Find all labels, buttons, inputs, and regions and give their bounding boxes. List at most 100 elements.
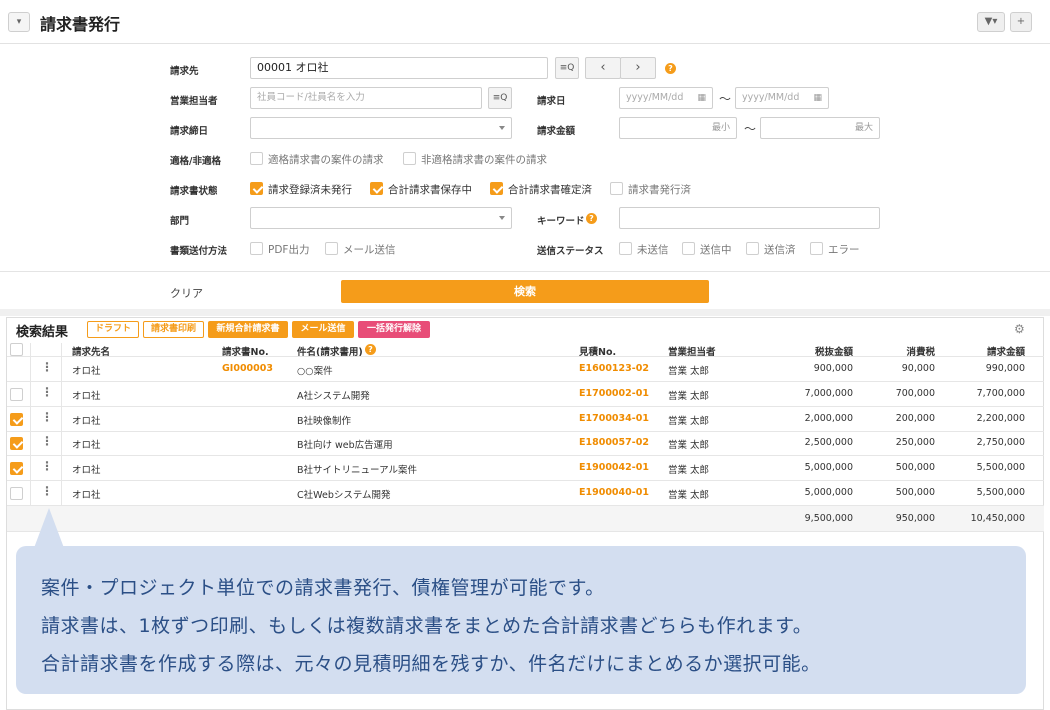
eligible-checkbox[interactable] xyxy=(250,152,263,165)
sales-rep-input[interactable]: 社員コード/社員名を入力 xyxy=(250,87,482,109)
cell-quote-no[interactable]: E1600123-02 xyxy=(579,363,649,374)
cell-sales-rep: 営業 太郎 xyxy=(668,416,710,427)
print-invoice-button[interactable]: 請求書印刷 xyxy=(143,321,204,338)
gear-icon[interactable]: ⚙ xyxy=(1014,322,1025,336)
row-divider xyxy=(7,406,1044,407)
calendar-icon[interactable]: ▦ xyxy=(697,88,706,108)
amount-max-placeholder: 最大 xyxy=(854,123,873,133)
row-menu-icon[interactable]: ⋮ xyxy=(41,484,53,498)
new-summary-invoice-button[interactable]: 新規合計請求書 xyxy=(208,321,288,338)
cell-quote-no[interactable]: E1800057-02 xyxy=(579,437,649,448)
cell-net-amount: 2,500,000 xyxy=(804,437,853,448)
row-divider xyxy=(7,431,1044,432)
draft-button[interactable]: ドラフト xyxy=(87,321,139,338)
invoice-to-search-icon[interactable]: ≡Q xyxy=(555,57,579,79)
menu-toggle-icon[interactable]: ▾ xyxy=(8,12,30,32)
divider xyxy=(0,309,1050,316)
send-status-checkbox[interactable] xyxy=(619,242,632,255)
row-divider xyxy=(7,531,1044,532)
non-eligible-checkbox[interactable] xyxy=(403,152,416,165)
mail-checkbox[interactable] xyxy=(325,242,338,255)
cell-invoice-amount: 2,750,000 xyxy=(976,437,1025,448)
amount-label: 請求金額 xyxy=(537,126,576,137)
cell-client: オロ社 xyxy=(72,440,101,451)
prev-icon[interactable]: ‹ xyxy=(585,57,621,79)
cell-client: オロ社 xyxy=(72,416,101,427)
closing-date-select[interactable] xyxy=(250,117,512,139)
status-checkbox[interactable] xyxy=(370,182,383,195)
cell-quote-no[interactable]: E1700002-01 xyxy=(579,388,649,399)
range-tilde: 〜 xyxy=(744,122,757,136)
calendar-icon[interactable]: ▦ xyxy=(813,88,822,108)
row-checkbox[interactable] xyxy=(10,487,23,500)
send-status-checkbox[interactable] xyxy=(746,242,759,255)
cell-subject: C社Webシステム開発 xyxy=(297,490,391,501)
row-checkbox[interactable] xyxy=(10,437,23,450)
keyword-label: キーワード xyxy=(537,216,585,227)
cell-sales-rep: 営業 太郎 xyxy=(668,366,710,377)
divider xyxy=(0,271,1050,272)
cell-subject: B社向け web広告運用 xyxy=(297,440,393,451)
page-title: 請求書発行 xyxy=(40,15,121,34)
next-icon[interactable]: › xyxy=(620,57,656,79)
keyword-input[interactable] xyxy=(619,207,880,229)
cell-client: オロ社 xyxy=(72,391,101,402)
row-checkbox[interactable] xyxy=(10,413,23,426)
row-menu-icon[interactable]: ⋮ xyxy=(41,410,53,424)
cell-subject: B社サイトリニューアル案件 xyxy=(297,465,418,476)
mail-option: メール送信 xyxy=(343,244,396,256)
select-all-checkbox[interactable] xyxy=(10,343,23,356)
help-icon[interactable]: ? xyxy=(586,213,597,224)
status-checkbox[interactable] xyxy=(250,182,263,195)
row-checkbox[interactable] xyxy=(10,388,23,401)
amount-min-input[interactable]: 最小 xyxy=(619,117,737,139)
total-net: 9,500,000 xyxy=(804,513,853,524)
results-title: 検索結果 xyxy=(16,325,69,340)
dept-select[interactable] xyxy=(250,207,512,229)
callout-pointer xyxy=(34,508,64,548)
row-checkbox[interactable] xyxy=(10,462,23,475)
cell-tax: 500,000 xyxy=(895,487,935,498)
amount-max-input[interactable]: 最大 xyxy=(760,117,880,139)
invoice-date-to[interactable]: yyyy/MM/dd ▦ xyxy=(735,87,829,109)
row-menu-icon[interactable]: ⋮ xyxy=(41,459,53,473)
cell-tax: 200,000 xyxy=(895,413,935,424)
cell-subject: B社映像制作 xyxy=(297,416,352,427)
clear-button[interactable]: クリア xyxy=(170,285,203,301)
cell-subject: ○○案件 xyxy=(297,366,333,377)
send-mail-button[interactable]: メール送信 xyxy=(292,321,354,338)
send-status-option: 未送信 xyxy=(637,244,669,256)
status-option: 請求書発行済 xyxy=(628,184,691,196)
cell-invoice-no[interactable]: GI000003 xyxy=(222,363,273,374)
send-status-option: 送信済 xyxy=(764,244,796,256)
send-status-checkbox[interactable] xyxy=(810,242,823,255)
eligible-option: 適格請求書の案件の請求 xyxy=(268,154,384,166)
amount-min-placeholder: 最小 xyxy=(711,123,730,133)
help-icon[interactable]: ? xyxy=(665,63,676,74)
col-divider xyxy=(61,343,62,531)
dept-label: 部門 xyxy=(170,216,190,227)
cell-invoice-amount: 990,000 xyxy=(985,363,1025,374)
status-checkbox[interactable] xyxy=(490,182,503,195)
search-button[interactable]: 検索 xyxy=(341,280,709,303)
cell-quote-no[interactable]: E1700034-01 xyxy=(579,413,649,424)
send-status-checkbox[interactable] xyxy=(682,242,695,255)
status-checkbox[interactable] xyxy=(610,182,623,195)
sales-rep-search-icon[interactable]: ≡Q xyxy=(488,87,512,109)
invoice-to-field[interactable]: 00001 オロ社 xyxy=(250,57,548,79)
invoice-date-from[interactable]: yyyy/MM/dd ▦ xyxy=(619,87,713,109)
status-option: 合計請求書確定済 xyxy=(508,184,592,196)
help-icon[interactable]: ? xyxy=(365,344,376,355)
row-menu-icon[interactable]: ⋮ xyxy=(41,385,53,399)
col-divider xyxy=(30,343,31,531)
row-divider xyxy=(7,480,1044,481)
bulk-unissue-button[interactable]: 一括発行解除 xyxy=(358,321,430,338)
row-menu-icon[interactable]: ⋮ xyxy=(41,360,53,374)
cell-quote-no[interactable]: E1900040-01 xyxy=(579,487,649,498)
filter-icon[interactable]: ▼▾ xyxy=(977,12,1005,32)
cell-invoice-amount: 2,200,000 xyxy=(976,413,1025,424)
row-menu-icon[interactable]: ⋮ xyxy=(41,434,53,448)
add-folder-icon[interactable]: + xyxy=(1010,12,1032,32)
cell-quote-no[interactable]: E1900042-01 xyxy=(579,462,649,473)
pdf-checkbox[interactable] xyxy=(250,242,263,255)
